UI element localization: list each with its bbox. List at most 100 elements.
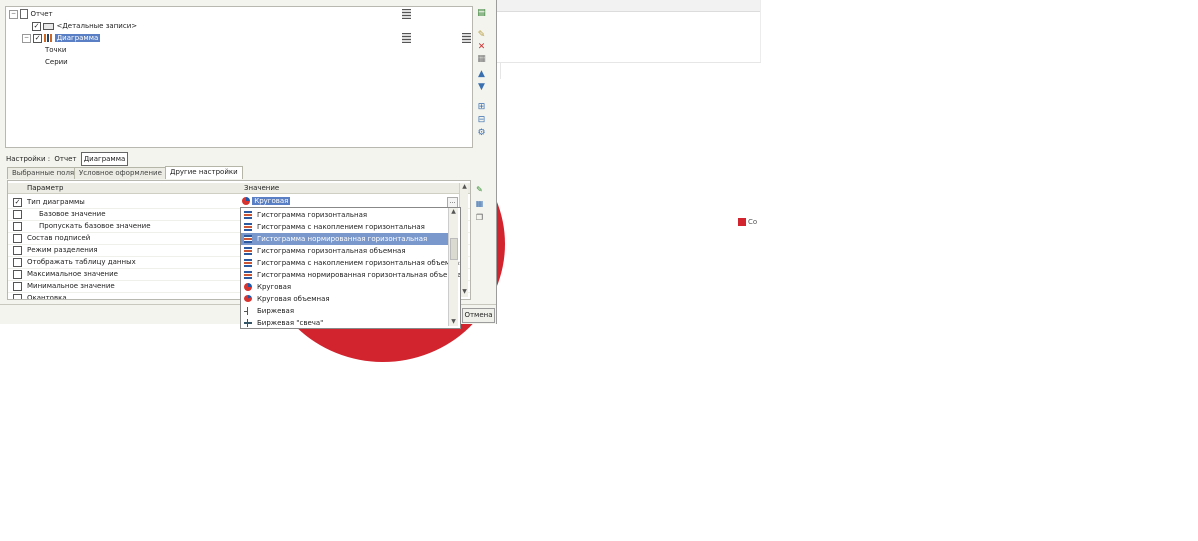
dropdown-scrollbar[interactable]: ▲ ▼: [448, 208, 458, 326]
parameter-label: Тип диаграммы: [27, 198, 85, 206]
checkbox[interactable]: [13, 282, 22, 291]
group-icon[interactable]: ⊞: [476, 102, 487, 113]
checkbox[interactable]: ✓: [13, 198, 22, 207]
chart-type-dropdown: Гистограмма горизонтальная Гистограмма с…: [240, 207, 461, 329]
dropdown-option[interactable]: Гистограмма горизонтальная объемная: [241, 245, 448, 257]
pie-icon: [242, 197, 250, 205]
parameter-label: Окантовка: [27, 294, 67, 300]
option-label: Круговая объемная: [257, 295, 330, 303]
edit-icon[interactable]: ✎: [476, 30, 487, 41]
hbar-icon: [244, 211, 252, 219]
collapse-icon[interactable]: −: [22, 33, 31, 43]
scroll-up-icon[interactable]: ▲: [460, 183, 469, 191]
scroll-down-icon[interactable]: ▼: [449, 318, 458, 326]
pie-icon: [244, 283, 252, 291]
tree-item-detail-records[interactable]: ✓ <Детальные записи>: [32, 20, 137, 32]
move-down-icon[interactable]: ▼: [476, 82, 487, 93]
dropdown-option[interactable]: Гистограмма с накоплением горизонтальная: [241, 221, 448, 233]
add-group-icon[interactable]: ▤: [476, 8, 487, 19]
dropdown-option-selected[interactable]: Гистограмма нормированная горизонтальная: [241, 233, 448, 245]
settings-option-chart[interactable]: Диаграмма: [80, 152, 129, 166]
parameter-label: Базовое значение: [39, 210, 106, 218]
collapse-icon[interactable]: −: [9, 9, 18, 19]
column-header-parameter[interactable]: Параметр: [27, 183, 63, 193]
properties-icon[interactable]: ⚙: [476, 128, 487, 139]
settings-option-report[interactable]: Отчет: [52, 153, 78, 165]
tree-item-series[interactable]: Серии: [45, 56, 68, 68]
table-settings-icon[interactable]: ▦: [474, 198, 485, 209]
tree-item-report[interactable]: − Отчет: [9, 8, 53, 20]
tab-other-settings[interactable]: Другие настройки: [165, 166, 243, 179]
chart-legend: Co: [738, 218, 757, 226]
option-label: Биржевая: [257, 307, 295, 315]
option-label: Биржевая "свеча": [257, 319, 324, 327]
legend-label: Co: [748, 218, 758, 226]
dropdown-option[interactable]: Биржевая "свеча": [241, 317, 448, 328]
tree-item-label: Диаграмма: [54, 34, 101, 42]
table-icon: [402, 9, 411, 19]
chart-icon: [44, 34, 53, 42]
option-label: Гистограмма с накоплением горизонтальная: [257, 223, 425, 231]
dropdown-option[interactable]: Круговая: [241, 281, 448, 293]
structure-tree: − Отчет ✓ <Детальные записи> − ✓ Диаграм…: [5, 6, 473, 148]
dropdown-option[interactable]: Круговая объемная: [241, 293, 448, 305]
move-up-icon[interactable]: ▲: [476, 69, 487, 80]
chart-type-value: Круговая: [252, 197, 291, 205]
hbar-stacked-icon: [244, 223, 252, 231]
legend-swatch: [738, 218, 746, 226]
checkbox[interactable]: [13, 246, 22, 255]
option-label: Гистограмма с накоплением горизонтальная…: [257, 259, 461, 267]
option-label: Гистограмма нормированная горизонтальная…: [257, 271, 461, 279]
dropdown-option[interactable]: Гистограмма с накоплением горизонтальная…: [241, 257, 460, 269]
column-header-value[interactable]: Значение: [244, 183, 279, 193]
scroll-down-icon[interactable]: ▼: [460, 288, 469, 296]
settings-label: Настройки :: [6, 155, 51, 163]
checkbox[interactable]: [13, 222, 22, 231]
edit-icon[interactable]: ✎: [474, 184, 485, 195]
checkbox[interactable]: [13, 234, 22, 243]
hbar-stacked-3d-icon: [244, 259, 252, 267]
scroll-up-icon[interactable]: ▲: [449, 208, 458, 216]
parameter-label: Пропускать базовое значение: [39, 222, 151, 230]
tab-conditional-formatting[interactable]: Условное оформление: [74, 167, 167, 179]
candlestick-icon: [244, 319, 252, 327]
tree-item-label: Точки: [45, 46, 67, 54]
dropdown-option[interactable]: Гистограмма горизонтальная: [241, 209, 448, 221]
hbar-normalized-3d-icon: [244, 271, 252, 279]
report-divider: [760, 0, 761, 63]
option-label: Гистограмма нормированная горизонтальная: [257, 235, 428, 243]
checkbox[interactable]: [13, 270, 22, 279]
tree-item-points[interactable]: Точки: [45, 44, 66, 56]
option-label: Круговая: [257, 283, 292, 291]
parameter-label: Отображать таблицу данных: [27, 258, 136, 266]
hbar-3d-icon: [244, 247, 252, 255]
delete-icon[interactable]: ✕: [476, 42, 487, 53]
option-label: Гистограмма горизонтальная: [257, 211, 368, 219]
dropdown-option[interactable]: Гистограмма нормированная горизонтальная…: [241, 269, 460, 281]
settings-selector: Настройки : Отчет Диаграмма: [6, 152, 129, 166]
table-icon: [402, 33, 411, 43]
tab-selected-fields[interactable]: Выбранные поля: [7, 167, 80, 179]
checkbox[interactable]: ✓: [32, 21, 41, 31]
option-label: Гистограмма горизонтальная объемная: [257, 247, 406, 255]
report-divider: [500, 63, 501, 79]
checkbox[interactable]: [13, 210, 22, 219]
cancel-button[interactable]: Отмена: [462, 308, 495, 323]
clear-icon[interactable]: ▦: [476, 54, 487, 65]
chart-type-field[interactable]: Круговая: [242, 196, 445, 207]
checkbox[interactable]: ✓: [33, 33, 43, 43]
scroll-thumb[interactable]: [450, 238, 458, 260]
tree-item-label: <Детальные записи>: [56, 22, 138, 30]
checkbox[interactable]: [13, 294, 22, 299]
tree-item-chart[interactable]: − ✓ Диаграмма: [22, 32, 101, 44]
checkbox[interactable]: [13, 258, 22, 267]
pie-3d-icon: [244, 295, 252, 302]
grid-header: Параметр Значение: [8, 183, 470, 194]
copy-icon[interactable]: ❐: [474, 212, 485, 223]
parameter-label: Состав подписей: [27, 234, 91, 242]
table-icon: [462, 33, 471, 43]
report-top-strip: [497, 0, 760, 12]
stock-icon: [244, 307, 252, 315]
ungroup-icon[interactable]: ⊟: [476, 115, 487, 126]
dropdown-option[interactable]: Биржевая: [241, 305, 448, 317]
